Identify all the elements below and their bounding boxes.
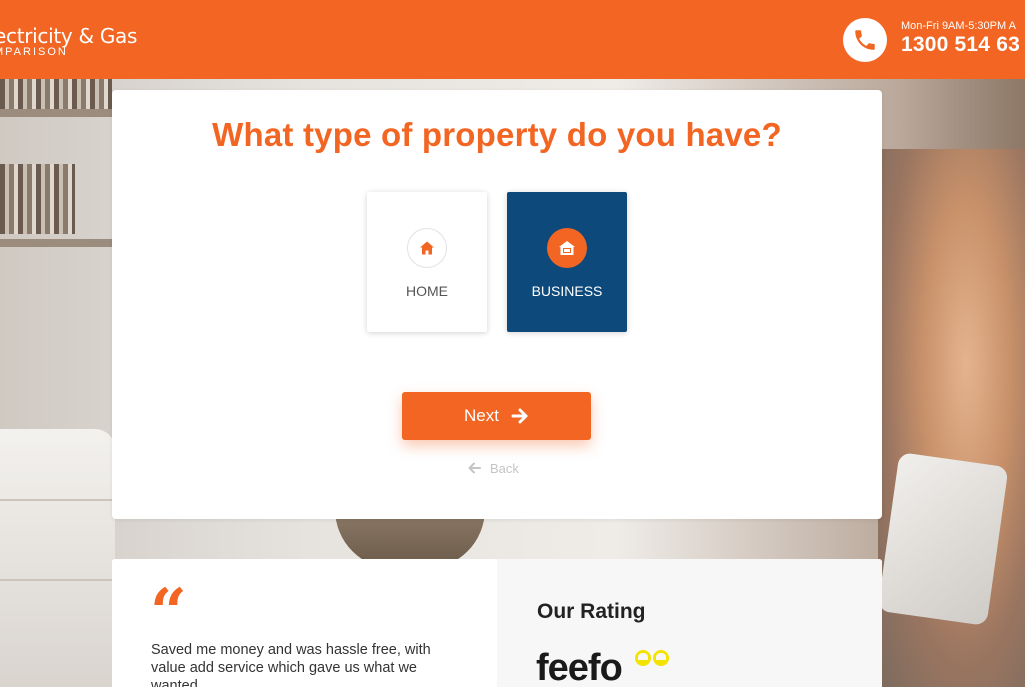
logo-title: ectricity & Gas	[0, 24, 138, 48]
property-type-card: What type of property do you have? HOME …	[112, 90, 882, 519]
sofa	[0, 429, 115, 687]
feefo-eyes-icon	[635, 650, 669, 666]
back-link-label: Back	[490, 460, 519, 476]
bookshelf-books	[0, 79, 112, 109]
next-button-label: Next	[464, 406, 499, 425]
question-title: What type of property do you have?	[212, 116, 782, 153]
feefo-logo[interactable]: feefo	[536, 647, 623, 687]
back-link[interactable]: Back	[468, 459, 528, 477]
arrow-right-icon	[511, 408, 528, 424]
phone-icon[interactable]	[843, 18, 887, 62]
site-logo[interactable]: ectricity & Gas MPARISON	[0, 24, 137, 58]
phone-hours: Mon-Fri 9AM-5:30PM A	[901, 20, 1016, 32]
bookshelf	[0, 109, 112, 117]
bookshelf	[0, 239, 112, 247]
bookshelf-books	[0, 164, 75, 234]
site-header: ectricity & Gas MPARISON Mon-Fri 9AM-5:3…	[0, 0, 1025, 79]
testimonial-text: Saved me money and was hassle free, with…	[151, 642, 431, 687]
reviews-section: “ Saved me money and was hassle free, wi…	[112, 559, 882, 687]
phone-info: Mon-Fri 9AM-5:30PM A 1300 514 63	[901, 20, 1020, 57]
testimonial: “ Saved me money and was hassle free, wi…	[112, 559, 497, 687]
option-business[interactable]: BUSINESS	[507, 192, 627, 332]
tablet	[877, 452, 1009, 626]
phone-number[interactable]: 1300 514 63	[901, 33, 1020, 57]
next-button[interactable]: Next	[402, 392, 591, 440]
building-icon	[547, 228, 587, 268]
arrow-left-icon	[468, 462, 481, 474]
option-home-label: HOME	[406, 283, 448, 299]
option-home[interactable]: HOME	[367, 192, 487, 332]
house-icon	[407, 228, 447, 268]
rating-title: Our Rating	[537, 600, 646, 623]
quote-icon: “	[150, 575, 187, 650]
option-business-label: BUSINESS	[531, 283, 603, 299]
rating-panel: Our Rating feefo	[497, 559, 882, 687]
